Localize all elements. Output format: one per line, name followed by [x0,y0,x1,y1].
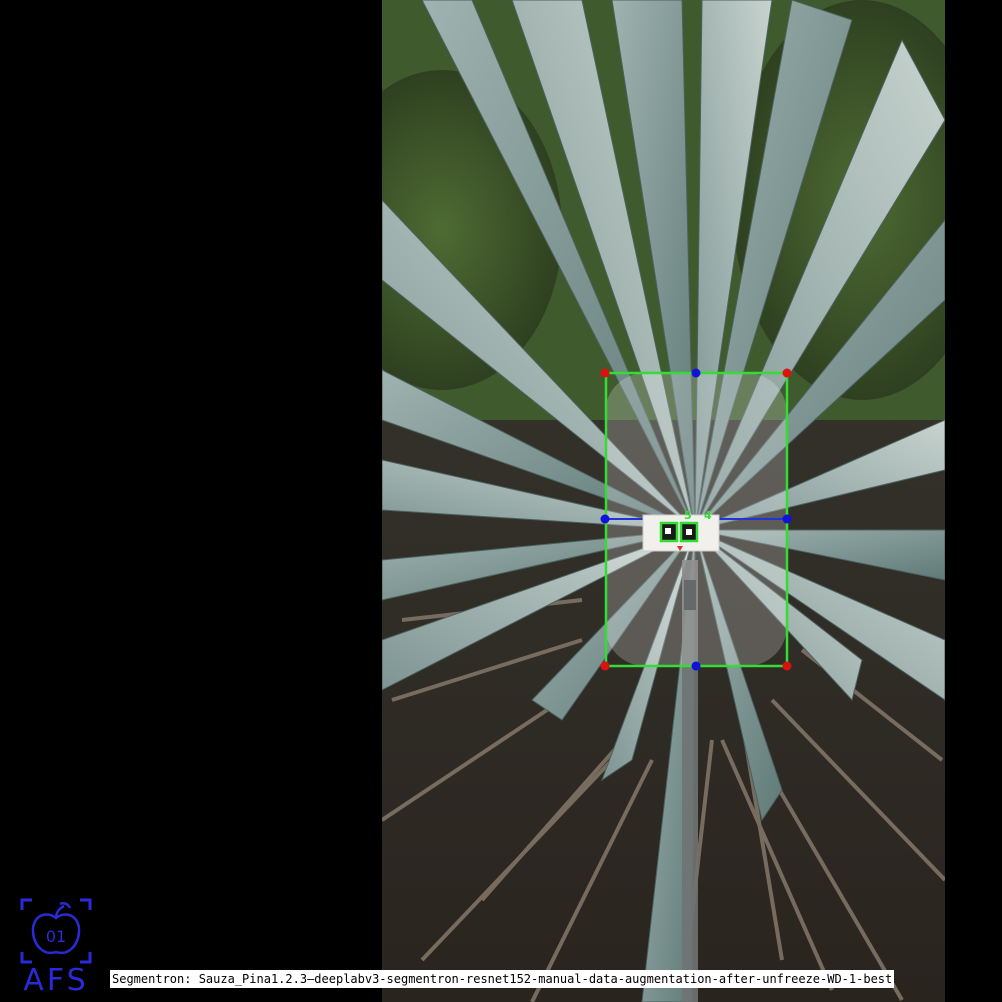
mid-point-right [782,514,792,524]
mid-point-bottom [691,661,701,671]
mid-point-left [600,514,610,524]
logo-text: AFS [23,963,89,998]
corner-point-bottom-right [782,661,792,671]
marker-label-4: 4 [704,509,712,522]
corner-point-top-left [600,368,610,378]
mid-point-top [691,368,701,378]
corner-point-top-right [782,368,792,378]
marker-label-5: 5 [684,509,692,522]
corner-point-bottom-left [600,661,610,671]
model-caption: Segmentron: Sauza_Pina1.2.3—deeplabv3-se… [110,970,895,988]
segmentation-overlay: 5 4 [600,368,792,671]
logo-badge-text: 01 [46,927,66,946]
